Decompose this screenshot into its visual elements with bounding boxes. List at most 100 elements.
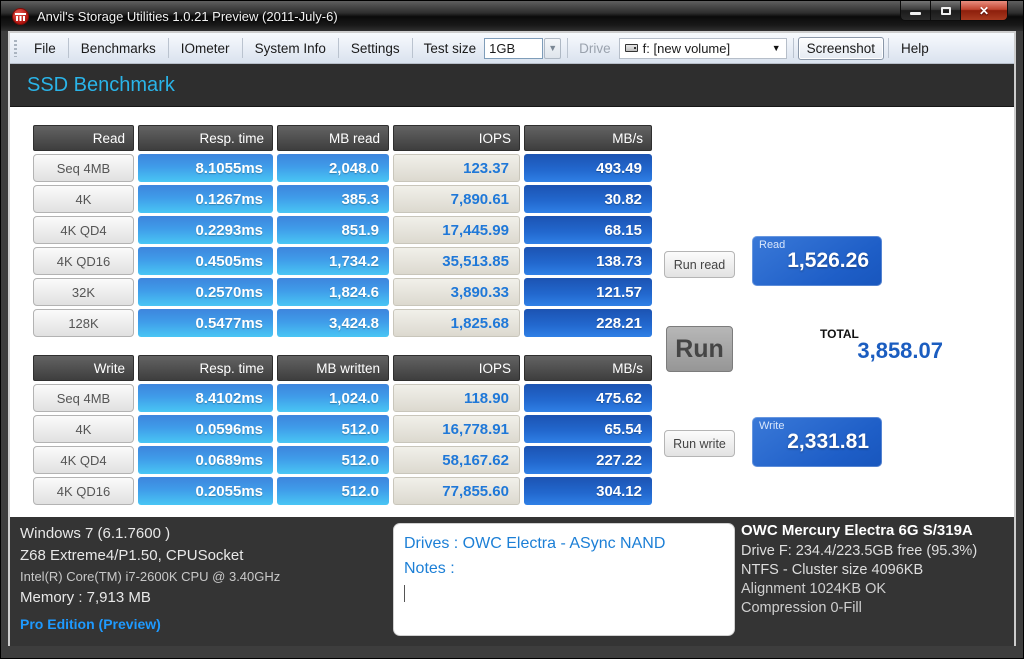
iops-cell: 77,855.60 (393, 477, 520, 505)
mb-cell: 2,048.0 (277, 154, 389, 182)
edition-link[interactable]: Pro Edition (Preview) (20, 616, 280, 632)
page-banner: SSD Benchmark (10, 64, 1014, 107)
resp-time-cell: 0.2293ms (138, 216, 273, 244)
run-button[interactable]: Run (666, 326, 733, 372)
screenshot-button[interactable]: Screenshot (797, 36, 884, 60)
cpu-info: Intel(R) Core(TM) i7-2600K CPU @ 3.40GHz (20, 569, 281, 584)
resp-time-cell: 0.5477ms (138, 309, 273, 337)
window-body: File Benchmarks IOmeter System Info Sett… (8, 31, 1016, 646)
column-header-resp-time: Resp. time (138, 355, 273, 381)
menu-bar: File Benchmarks IOmeter System Info Sett… (10, 33, 1014, 64)
info-footer: Windows 7 (6.1.7600 ) Z68 Extreme4/P1.50… (10, 517, 1014, 646)
menu-help[interactable]: Help (890, 37, 940, 60)
iops-cell: 1,825.68 (393, 309, 520, 337)
menu-separator (567, 38, 569, 58)
mb-cell: 1,824.6 (277, 278, 389, 306)
chevron-down-icon[interactable]: ▼ (544, 37, 562, 59)
total-score-label: TOTAL (820, 327, 859, 341)
drive-icon (624, 44, 638, 52)
mbs-cell: 30.82 (524, 185, 652, 213)
column-header-write: Write (33, 355, 134, 381)
row-label-button[interactable]: 4K QD16 (33, 247, 134, 275)
mb-cell: 3,424.8 (277, 309, 389, 337)
iops-cell: 17,445.99 (393, 216, 520, 244)
read-score-label: Read (759, 239, 786, 251)
resp-time-cell: 0.0689ms (138, 446, 273, 474)
mbs-cell: 68.15 (524, 216, 652, 244)
drive-capacity: Drive F: 234.4/223.5GB free (95.3%) (741, 543, 978, 559)
chevron-down-icon: ▼ (771, 43, 781, 53)
mb-cell: 512.0 (277, 477, 389, 505)
menu-file[interactable]: File (23, 37, 67, 60)
mbs-cell: 228.21 (524, 309, 652, 337)
toolbar-grip[interactable] (14, 39, 17, 57)
close-icon: ✕ (978, 3, 990, 18)
column-header-read: Read (33, 125, 134, 151)
row-label-button[interactable]: 4K QD16 (33, 477, 134, 505)
resp-time-cell: 8.1055ms (138, 154, 273, 182)
row-label-button[interactable]: Seq 4MB (33, 154, 134, 182)
run-read-button[interactable]: Run read (664, 251, 735, 278)
drive-filesystem: NTFS - Cluster size 4096KB (741, 562, 924, 578)
window-controls: ✕ (900, 1, 1008, 21)
notes-label-line: Notes : (404, 559, 455, 577)
app-window: Anvil's Storage Utilities 1.0.21 Preview… (0, 0, 1024, 659)
iops-cell: 3,890.33 (393, 278, 520, 306)
iops-cell: 58,167.62 (393, 446, 520, 474)
row-label-button[interactable]: 4K QD4 (33, 216, 134, 244)
resp-time-cell: 0.2570ms (138, 278, 273, 306)
mb-cell: 512.0 (277, 415, 389, 443)
menu-settings[interactable]: Settings (340, 37, 411, 60)
mb-cell: 385.3 (277, 185, 389, 213)
menu-iometer[interactable]: IOmeter (170, 37, 241, 60)
row-label-button[interactable]: 128K (33, 309, 134, 337)
menu-separator (167, 38, 169, 58)
test-size-label: Test size (423, 40, 477, 56)
menu-separator (241, 38, 243, 58)
test-size-value[interactable]: 1GB (484, 37, 544, 59)
run-write-button[interactable]: Run write (664, 430, 735, 457)
menu-benchmarks[interactable]: Benchmarks (70, 37, 167, 60)
minimize-button[interactable] (901, 1, 931, 20)
menu-separator (337, 38, 339, 58)
row-label-button[interactable]: Seq 4MB (33, 384, 134, 412)
test-size-combobox[interactable]: 1GB ▼ (484, 37, 562, 59)
row-label-button[interactable]: 4K (33, 415, 134, 443)
row-label-button[interactable]: 32K (33, 278, 134, 306)
menu-separator (887, 38, 889, 58)
benchmark-area: Read Resp. time MB read IOPS MB/s Seq 4MB 8.10… (10, 107, 1014, 517)
notes-drives-line: Drives : OWC Electra - ASync NAND (404, 535, 666, 552)
row-label-button[interactable]: 4K (33, 185, 134, 213)
mbs-cell: 227.22 (524, 446, 652, 474)
read-score-box: Read 1,526.26 (752, 236, 882, 286)
mb-cell: 851.9 (277, 216, 389, 244)
drive-combobox[interactable]: f: [new volume] ▼ (618, 37, 787, 59)
title-bar: Anvil's Storage Utilities 1.0.21 Preview… (1, 1, 1023, 31)
notes-textarea[interactable]: Drives : OWC Electra - ASync NAND Notes … (393, 523, 735, 636)
resp-time-cell: 0.2055ms (138, 477, 273, 505)
total-score-value: 3,858.07 (857, 338, 943, 363)
drive-compression: Compression 0-Fill (741, 600, 862, 616)
iops-cell: 7,890.61 (393, 185, 520, 213)
os-version: Windows 7 (6.1.7600 ) (20, 525, 171, 542)
column-header-mb-s: MB/s (524, 125, 652, 151)
menu-system-info[interactable]: System Info (244, 37, 337, 60)
resp-time-cell: 0.1267ms (138, 185, 273, 213)
drive-label: Drive (579, 40, 611, 56)
row-label-button[interactable]: 4K QD4 (33, 446, 134, 474)
drive-alignment: Alignment 1024KB OK (741, 581, 887, 597)
write-score-value: 2,331.81 (787, 430, 869, 453)
menu-separator (411, 38, 413, 58)
window-title: Anvil's Storage Utilities 1.0.21 Preview… (37, 8, 338, 24)
iops-cell: 35,513.85 (393, 247, 520, 275)
maximize-button[interactable] (931, 1, 961, 20)
close-button[interactable]: ✕ (961, 1, 1007, 20)
write-results-table: Write Resp. time MB written IOPS MB/s Seq 4MB… (33, 355, 652, 505)
column-header-iops: IOPS (393, 355, 520, 381)
mbs-cell: 304.12 (524, 477, 652, 505)
read-results-table: Read Resp. time MB read IOPS MB/s Seq 4MB 8.10… (33, 125, 652, 337)
write-score-box: Write 2,331.81 (752, 417, 882, 467)
mb-cell: 1,024.0 (277, 384, 389, 412)
resp-time-cell: 8.4102ms (138, 384, 273, 412)
column-header-mb-s: MB/s (524, 355, 652, 381)
